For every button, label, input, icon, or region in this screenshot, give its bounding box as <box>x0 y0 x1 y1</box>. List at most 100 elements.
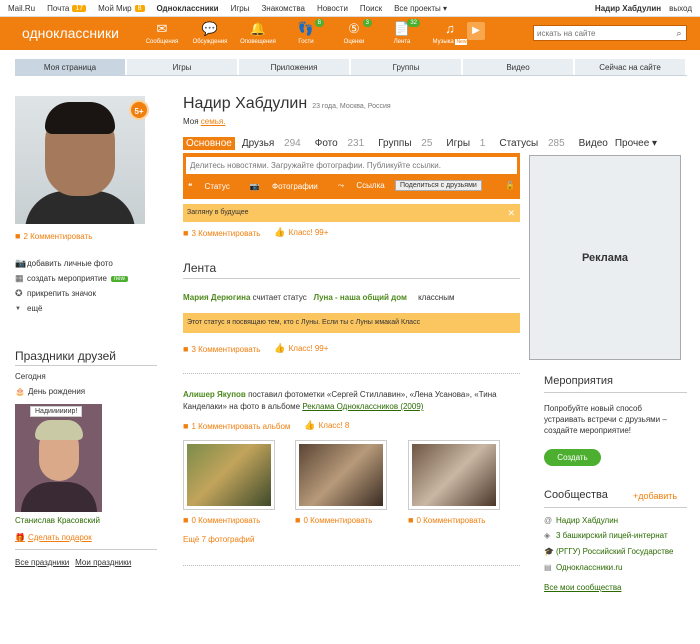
graduation-cap-icon: 🎓 <box>544 547 554 556</box>
feed-item2-album-link[interactable]: Реклама Одноклассников (2009) <box>302 402 423 411</box>
feed-item1-status[interactable]: Луна - наша общий дом <box>313 293 407 302</box>
feed-photo-3[interactable] <box>408 440 500 510</box>
logo[interactable]: одноклассники <box>22 25 119 41</box>
feed-item2-author[interactable]: Алишер Якупов <box>183 390 246 399</box>
photo3-comment-link[interactable]: ■ 0 Комментировать <box>408 515 485 525</box>
tab-photos-count: 231 <box>347 138 365 149</box>
tab-games[interactable]: Игры <box>127 59 239 75</box>
feed-item2-klass-label: Класс! 8 <box>318 421 350 430</box>
all-holidays-link[interactable]: Все праздники <box>15 558 69 567</box>
share-button[interactable]: Поделиться с друзьями <box>395 180 482 191</box>
photo2-comment-link[interactable]: ■ 0 Комментировать <box>295 515 372 525</box>
create-event-button[interactable]: Создать <box>544 449 601 466</box>
ad-box[interactable]: Реклама <box>529 155 681 360</box>
lock-icon[interactable]: 🔓 <box>505 181 515 190</box>
avatar[interactable] <box>15 96 145 224</box>
family-prefix: Моя <box>183 117 201 126</box>
play-icon[interactable]: ▶ <box>467 22 485 40</box>
tab-main[interactable]: Основное <box>183 137 235 150</box>
community-item[interactable]: ◈ 3 башкирский пицей-интернат <box>544 531 668 540</box>
family-link[interactable]: семья. <box>201 117 226 126</box>
feed-item1-text: Этот статус я посвящаю тем, кто с Луны. … <box>183 313 520 333</box>
search-icon[interactable]: ⌕ <box>672 28 686 39</box>
games-link[interactable]: Игры <box>231 4 250 13</box>
tab-my-page[interactable]: Моя страница <box>15 59 127 75</box>
feed-button[interactable]: 32 📄 Лента <box>382 19 422 50</box>
all-communities-link[interactable]: Все мои сообщества <box>544 583 621 592</box>
ratings-button[interactable]: 3 ⑤ Оценки <box>334 19 374 50</box>
friend-name-link[interactable]: Станислав Красовский <box>15 516 100 525</box>
community-item[interactable]: 🎓 (РГГУ) Российский Государстве <box>544 547 673 556</box>
photo1-comment-link[interactable]: ■ 0 Комментировать <box>183 515 260 525</box>
community-label: Одноклассники.ru <box>556 563 623 572</box>
search-link[interactable]: Поиск <box>360 4 382 13</box>
feed-photo-1[interactable] <box>183 440 275 510</box>
holiday-links: Все праздники Мои праздники <box>15 558 131 567</box>
all-projects-link[interactable]: Все проекты ▾ <box>394 4 447 13</box>
guests-button[interactable]: 8 👣 Гости <box>286 19 326 50</box>
odnoklassniki-link[interactable]: Одноклассники <box>157 4 219 13</box>
camera-icon: 📷 <box>15 258 27 268</box>
post-input[interactable]: Делитесь новостями. Загружайте фотографи… <box>186 157 517 174</box>
more-action[interactable]: ▼ ещё <box>15 301 128 316</box>
attach-badge-action[interactable]: ✪ прикрепить значок <box>15 286 128 301</box>
photos-label: Фотографии <box>272 181 318 191</box>
calendar-icon: ▦ <box>15 273 24 283</box>
messages-button[interactable]: ✉ Сообщения <box>142 19 182 50</box>
tab-other[interactable]: Прочее ▾ <box>615 138 657 149</box>
status-klass-link[interactable]: 👍 Класс! 99+ <box>274 227 328 238</box>
status-comment-link[interactable]: ■ 3 Комментировать <box>183 228 260 238</box>
feed-item1-author[interactable]: Мария Дерюгина <box>183 293 250 302</box>
community-item[interactable]: ▤ Одноклассники.ru <box>544 563 622 572</box>
close-icon[interactable]: ✕ <box>507 204 515 222</box>
feed-label: Лента <box>393 39 411 45</box>
feed-item2-comment-link[interactable]: ■ 1 Комментировать альбом <box>183 421 290 431</box>
mail-link[interactable]: Почта 17 <box>47 4 87 13</box>
tab-friends-count: 294 <box>284 138 301 149</box>
tab-statuses[interactable]: Статусы 285 <box>499 138 571 149</box>
create-event-action[interactable]: ▦ создать мероприятие new <box>15 271 128 286</box>
feed-item1-klass-link[interactable]: 👍 Класс! 99+ <box>274 343 328 354</box>
mailru-link[interactable]: Mail.Ru <box>8 4 35 13</box>
feed-item2-klass-link[interactable]: 👍 Класс! 8 <box>304 420 349 431</box>
tab-video[interactable]: Видео <box>463 59 575 75</box>
user-name-link[interactable]: Надир Хабдулин <box>595 4 661 13</box>
friend-photo[interactable] <box>15 404 102 512</box>
feed-item2-actions: ■ 1 Комментировать альбом 👍 Класс! 8 <box>183 420 349 431</box>
link-action[interactable]: ⤳ Ссылка <box>338 181 395 191</box>
make-gift-link[interactable]: 🎁 Сделать подарок <box>15 533 92 542</box>
exit-link[interactable]: выход <box>669 4 692 13</box>
feed-item2-line1: поставил фотометки «Сергей Стиллавин», «… <box>248 390 497 399</box>
divider <box>544 392 687 393</box>
events-text-line1: Попробуйте новый способ <box>544 404 643 413</box>
music-button[interactable]: ♫ Музыка New <box>430 19 470 50</box>
tab-groups-profile[interactable]: Группы 25 <box>378 138 439 149</box>
photos-action[interactable]: 📷 Фотографии <box>250 182 328 191</box>
feed-item1-comment-link[interactable]: ■ 3 Комментировать <box>183 344 260 354</box>
dating-link[interactable]: Знакомства <box>261 4 305 13</box>
share-icon: ⤳ <box>337 181 345 190</box>
mymir-link[interactable]: Мой Мир 8 <box>98 4 145 13</box>
notifications-button[interactable]: 🔔 Оповещения <box>238 19 278 50</box>
tab-friends[interactable]: Друзья 294 <box>242 138 308 149</box>
status-action[interactable]: ❝ Статус <box>188 182 240 191</box>
tab-photos[interactable]: Фото 231 <box>315 138 371 149</box>
photo1-comment-label: 0 Комментировать <box>191 515 261 525</box>
feed-photo-2[interactable] <box>295 440 387 510</box>
community-item[interactable]: @ Надир Хабдулин <box>544 516 618 525</box>
more-photos-link[interactable]: Ещё 7 фотографий <box>183 535 254 544</box>
tab-online-now[interactable]: Сейчас на сайте <box>575 59 687 75</box>
news-link[interactable]: Новости <box>317 4 348 13</box>
tab-groups[interactable]: Группы <box>351 59 463 75</box>
discussions-button[interactable]: 💬 Обсуждения <box>190 19 230 50</box>
tab-games-profile[interactable]: Игры 1 <box>446 138 492 149</box>
avatar-comments-link[interactable]: ■ 2 Комментировать <box>15 231 92 241</box>
make-gift-label: Сделать подарок <box>27 533 92 542</box>
my-holidays-link[interactable]: Мои праздники <box>75 558 131 567</box>
add-photos-action[interactable]: 📷 добавить личные фото <box>15 256 128 271</box>
tab-video-profile[interactable]: Видео <box>579 138 608 149</box>
tab-apps[interactable]: Приложения <box>239 59 351 75</box>
search-input[interactable] <box>534 28 672 38</box>
add-community-link[interactable]: +добавить <box>633 491 677 501</box>
header: одноклассники ✉ Сообщения 💬 Обсуждения 🔔 Оп… <box>0 17 700 50</box>
